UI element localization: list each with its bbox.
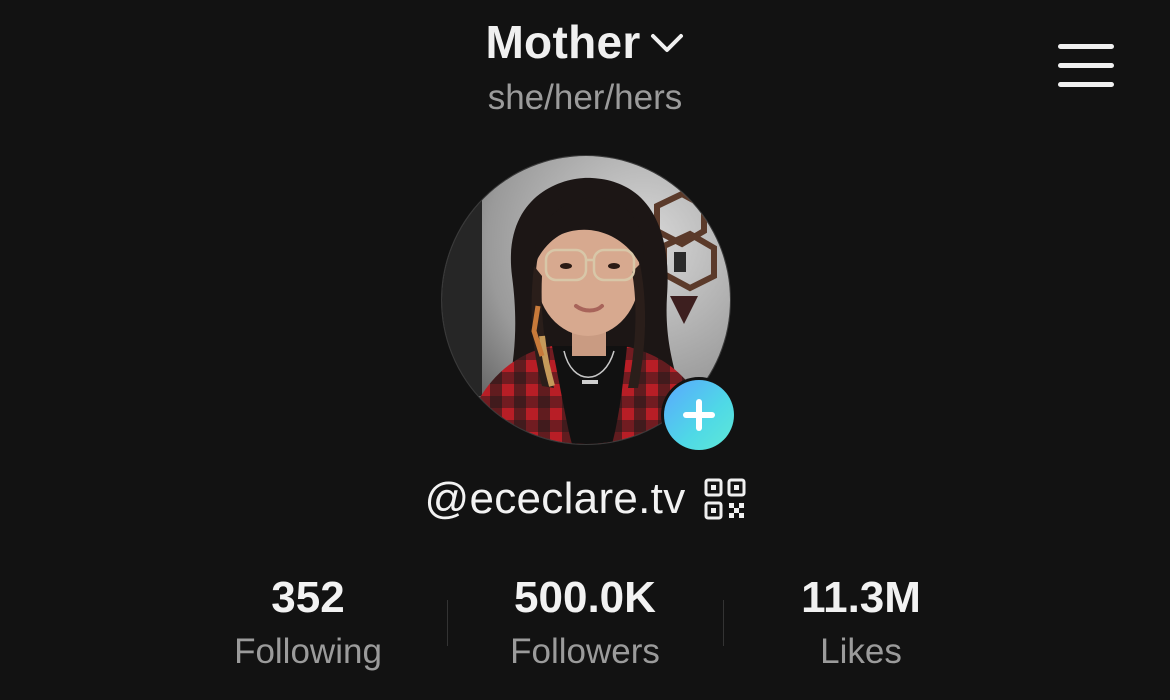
stat-likes[interactable]: 11.3M Likes <box>723 570 999 674</box>
chevron-down-icon[interactable] <box>649 29 685 57</box>
qr-code-icon[interactable] <box>704 478 746 520</box>
profile-header: Mother she/her/hers <box>0 0 1170 140</box>
stat-value: 11.3M <box>801 573 921 622</box>
stat-label: Likes <box>820 632 902 671</box>
stat-value: 352 <box>271 573 345 622</box>
profile-stats: 352 Following 500.0K Followers 11.3M Lik… <box>170 570 1000 680</box>
hamburger-menu-icon[interactable] <box>1050 38 1122 94</box>
account-switcher[interactable]: Mother <box>0 14 1170 70</box>
username: @ececlare.tv <box>424 474 686 523</box>
add-photo-button[interactable] <box>661 377 737 453</box>
stat-followers[interactable]: 500.0K Followers <box>447 570 723 674</box>
stat-label: Following <box>234 632 382 671</box>
stat-following[interactable]: 352 Following <box>170 570 446 674</box>
stat-label: Followers <box>510 632 660 671</box>
account-name-title[interactable]: Mother <box>485 14 640 70</box>
stat-value: 500.0K <box>514 573 656 622</box>
username-row: @ececlare.tv <box>0 472 1170 526</box>
plus-icon[interactable] <box>664 380 734 450</box>
avatar-container <box>441 155 737 453</box>
pronouns-text: she/her/hers <box>487 78 683 117</box>
